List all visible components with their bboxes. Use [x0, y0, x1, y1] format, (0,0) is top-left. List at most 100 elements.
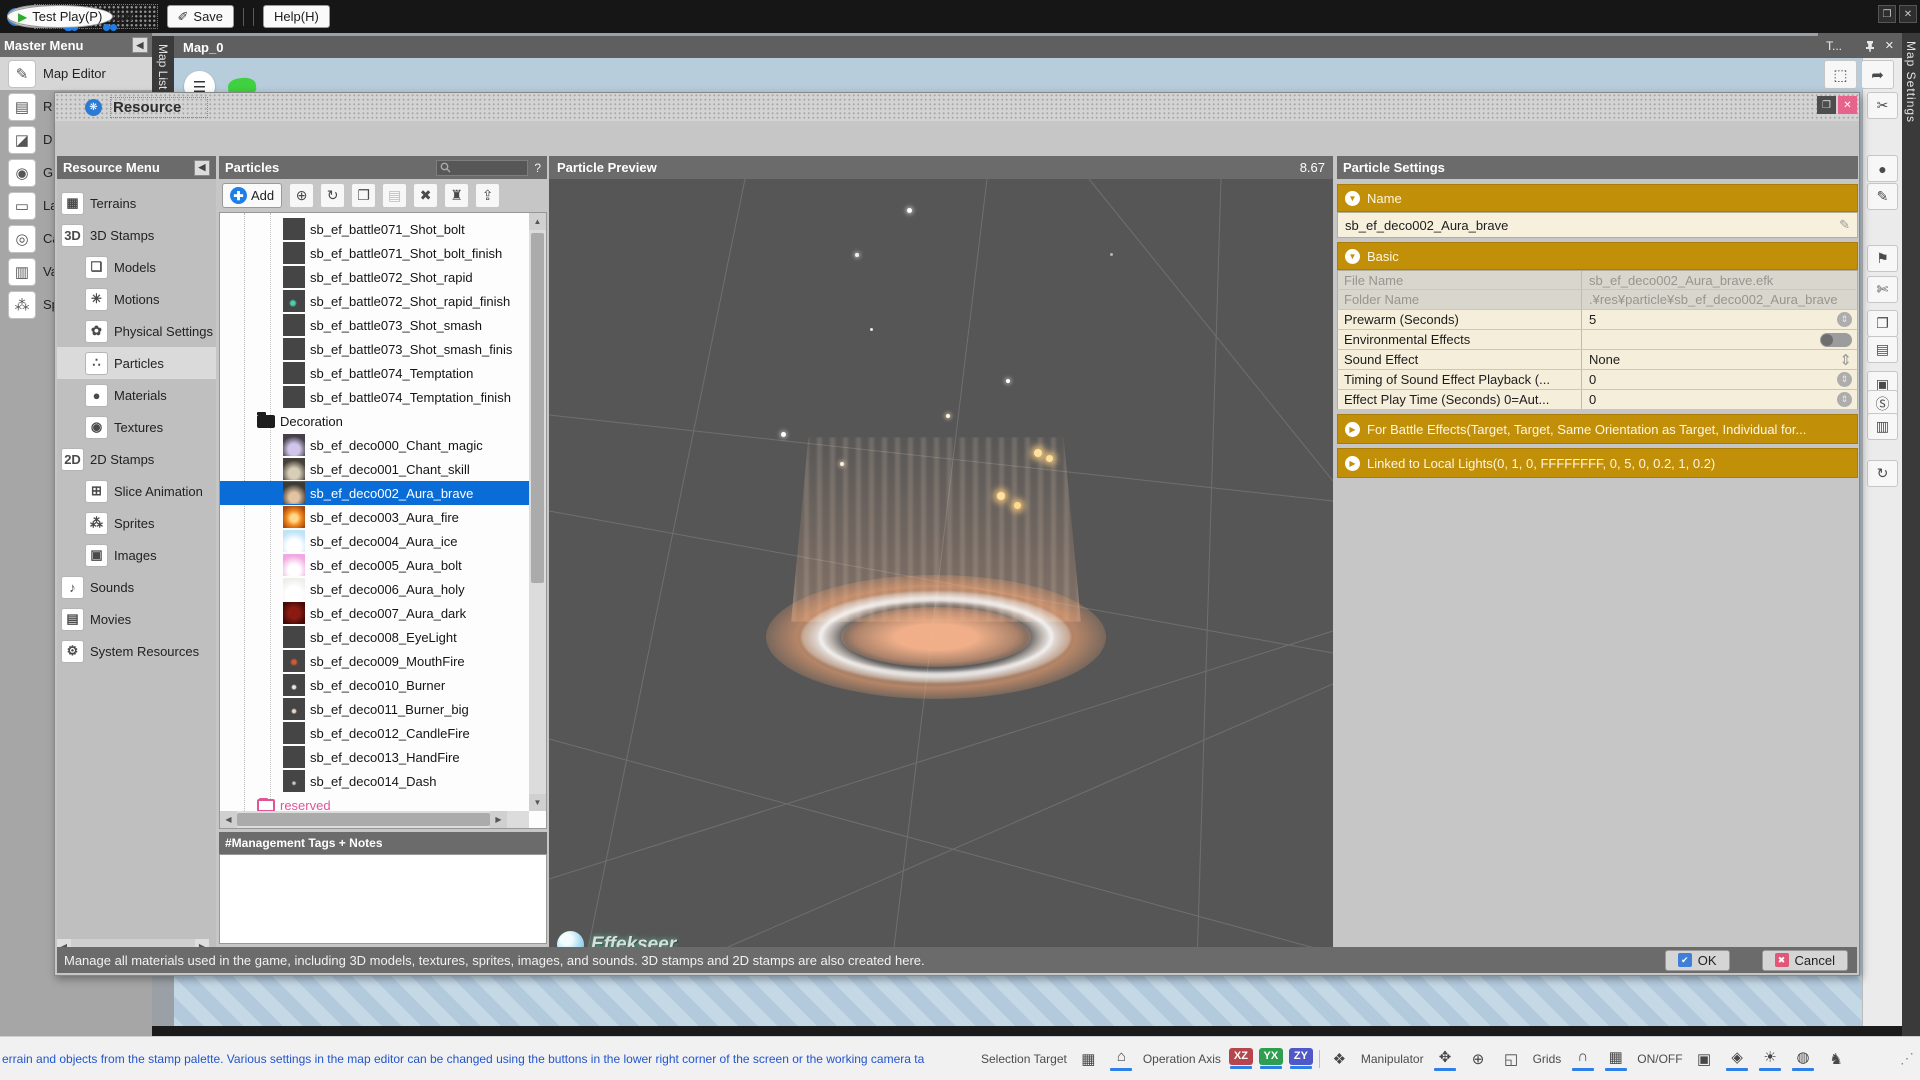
- select-object-icon[interactable]: ⌂: [1108, 1046, 1135, 1071]
- stamp-button[interactable]: ♜: [444, 183, 469, 208]
- test-play-button[interactable]: ▶ Test Play(P): [7, 5, 113, 28]
- resmenu-3d-stamps[interactable]: 3D 3D Stamps: [57, 219, 216, 251]
- resmenu-movies[interactable]: ▤ Movies: [57, 603, 216, 635]
- resmenu-images[interactable]: ▣ Images: [57, 539, 216, 571]
- delete-button[interactable]: ✖: [413, 183, 438, 208]
- cards-tool-icon[interactable]: ❐: [1867, 310, 1898, 337]
- snippet-tool-icon[interactable]: ✄: [1867, 276, 1898, 303]
- character-visibility-icon[interactable]: ♞: [1823, 1048, 1850, 1069]
- select-floor-icon[interactable]: ▦: [1075, 1048, 1102, 1069]
- snap-mode-icon[interactable]: ❖: [1326, 1048, 1353, 1069]
- settings-section-collapsed[interactable]: ▶ For Battle Effects(Target, Target, Sam…: [1337, 414, 1858, 444]
- settings-row[interactable]: Environmental Effects ⇕: [1337, 330, 1858, 350]
- scrollbar-thumb[interactable]: [531, 233, 544, 583]
- axis-xz-badge[interactable]: XZ: [1229, 1048, 1253, 1069]
- paste-button[interactable]: ▤: [382, 183, 407, 208]
- resmenu-2d-stamps[interactable]: 2D 2D Stamps: [57, 443, 216, 475]
- resmenu-motions[interactable]: ✳ Motions: [57, 283, 216, 315]
- resource-close-icon[interactable]: ✕: [1838, 96, 1857, 114]
- tree-row[interactable]: sb_ef_deco011_Burner_big: [220, 697, 529, 721]
- tree-row[interactable]: sb_ef_deco001_Chant_skill: [220, 457, 529, 481]
- row-control-icon[interactable]: ⇕: [1839, 351, 1852, 369]
- help-button[interactable]: ?: [534, 161, 541, 175]
- stamp-visibility-icon[interactable]: ▣: [1691, 1048, 1718, 1069]
- edit-tool-icon[interactable]: ✎: [1867, 183, 1898, 210]
- settings-row[interactable]: Prewarm (Seconds) 5 ⇕: [1337, 310, 1858, 330]
- map-tab[interactable]: Map_0: [174, 36, 1818, 58]
- resmenu-slice-animation[interactable]: ⊞ Slice Animation: [57, 475, 216, 507]
- section-basic[interactable]: ▼ Basic: [1337, 242, 1858, 270]
- tree-row[interactable]: sb_ef_deco007_Aura_dark: [220, 601, 529, 625]
- tree-row[interactable]: sb_ef_deco014_Dash: [220, 769, 529, 793]
- grid-snap-icon[interactable]: ∩: [1569, 1046, 1596, 1071]
- row-control-icon[interactable]: ⇕: [1837, 372, 1852, 387]
- window-close-icon[interactable]: ✕: [1899, 5, 1917, 23]
- name-value-field[interactable]: sb_ef_deco002_Aura_brave ✎: [1337, 212, 1858, 238]
- settings-row-value[interactable]: 5: [1589, 312, 1831, 327]
- edit-pencil-icon[interactable]: ✎: [1839, 217, 1850, 233]
- tree-row[interactable]: sb_ef_deco013_HandFire: [220, 745, 529, 769]
- section-name[interactable]: ▼ Name: [1337, 184, 1858, 212]
- row-control-icon[interactable]: ⇕: [1837, 392, 1852, 407]
- move-tool-icon[interactable]: ✥: [1432, 1046, 1459, 1071]
- tree-row[interactable]: sb_ef_battle071_Shot_bolt: [220, 217, 529, 241]
- settings-row[interactable]: Sound Effect None ⇕: [1337, 350, 1858, 370]
- settings-row[interactable]: File Name sb_ef_deco002_Aura_brave.efk ⇕: [1337, 270, 1858, 290]
- tree-row[interactable]: sb_ef_deco002_Aura_brave: [220, 481, 529, 505]
- resmenu-materials[interactable]: ● Materials: [57, 379, 216, 411]
- axis-yx-badge[interactable]: YX: [1259, 1048, 1283, 1069]
- light-visibility-icon[interactable]: ☀: [1757, 1046, 1784, 1071]
- scroll-right-icon[interactable]: ▶: [490, 811, 507, 828]
- tree-row[interactable]: sb_ef_deco004_Aura_ice: [220, 529, 529, 553]
- resmenu-system-resources[interactable]: ⚙ System Resources: [57, 635, 216, 667]
- tree-row[interactable]: sb_ef_battle072_Shot_rapid: [220, 265, 529, 289]
- settings-row-value[interactable]: 0: [1589, 392, 1831, 407]
- resource-minimize-icon[interactable]: ❐: [1817, 96, 1836, 114]
- collapse-left-icon[interactable]: ◀: [132, 37, 148, 53]
- resmenu-particles[interactable]: ∴ Particles: [57, 347, 216, 379]
- resize-grip[interactable]: ⋰: [1900, 1050, 1918, 1067]
- tree-row[interactable]: sb_ef_deco008_EyeLight: [220, 625, 529, 649]
- settings-row[interactable]: Folder Name .¥res¥particle¥sb_ef_deco002…: [1337, 290, 1858, 310]
- tree-row[interactable]: Decoration: [220, 409, 529, 433]
- management-tags-input[interactable]: [219, 854, 547, 944]
- resmenu-textures[interactable]: ◉ Textures: [57, 411, 216, 443]
- settings-row[interactable]: Effect Play Time (Seconds) 0=Aut... 0 ⇕: [1337, 390, 1858, 410]
- tree-row[interactable]: sb_ef_deco009_MouthFire: [220, 649, 529, 673]
- tree-row[interactable]: sb_ef_battle074_Temptation_finish: [220, 385, 529, 409]
- grid-display-icon[interactable]: ▦: [1602, 1046, 1629, 1071]
- settings-section-collapsed[interactable]: ▶ Linked to Local Lights(0, 1, 0, FFFFFF…: [1337, 448, 1858, 478]
- model-visibility-icon[interactable]: ◈: [1724, 1046, 1751, 1071]
- settings-row-value[interactable]: 0: [1589, 372, 1831, 387]
- rotate-tool-icon[interactable]: ⊕: [1465, 1048, 1492, 1069]
- window-restore-icon[interactable]: ❐: [1878, 5, 1896, 23]
- settings-row[interactable]: Timing of Sound Effect Playback (... 0 ⇕: [1337, 370, 1858, 390]
- resmenu-sounds[interactable]: ♪ Sounds: [57, 571, 216, 603]
- resmenu-physical-settings[interactable]: ✿ Physical Settings: [57, 315, 216, 347]
- settings-row-value[interactable]: None: [1589, 352, 1833, 367]
- clapper-tool-icon[interactable]: ▤: [1867, 336, 1898, 363]
- tree-row[interactable]: sb_ef_deco012_CandleFire: [220, 721, 529, 745]
- refresh-button[interactable]: ↻: [320, 183, 345, 208]
- tree-vertical-scrollbar[interactable]: ▲ ▼: [529, 213, 546, 811]
- tree-row[interactable]: sb_ef_battle071_Shot_bolt_finish: [220, 241, 529, 265]
- scrollbar-thumb[interactable]: [237, 813, 490, 826]
- tree-row[interactable]: sb_ef_battle073_Shot_smash: [220, 313, 529, 337]
- scroll-left-icon[interactable]: ◀: [220, 811, 237, 828]
- scale-tool-icon[interactable]: ◱: [1498, 1048, 1525, 1069]
- ok-button[interactable]: ✔ OK: [1665, 950, 1730, 971]
- scroll-down-icon[interactable]: ▼: [529, 794, 546, 811]
- tree-row[interactable]: sb_ef_deco005_Aura_bolt: [220, 553, 529, 577]
- flag-tool-icon[interactable]: ⚑: [1867, 245, 1898, 272]
- resmenu-terrains[interactable]: ▦ Terrains: [57, 187, 216, 219]
- right-dock-tab[interactable]: T... ✕: [1818, 33, 1902, 58]
- resmenu-models[interactable]: ❏ Models: [57, 251, 216, 283]
- tree-horizontal-scrollbar[interactable]: ◀ ▶: [220, 811, 529, 828]
- collapse-resource-menu-icon[interactable]: ◀: [194, 160, 210, 176]
- add-folder-button[interactable]: ⊕: [289, 183, 314, 208]
- duplicate-button[interactable]: ❐: [351, 183, 376, 208]
- preview-viewport[interactable]: Effekseer: [549, 179, 1333, 964]
- tree-row[interactable]: sb_ef_deco000_Chant_magic: [220, 433, 529, 457]
- cut-tool-icon[interactable]: ✂: [1867, 92, 1898, 119]
- resmenu-sprites[interactable]: ⁂ Sprites: [57, 507, 216, 539]
